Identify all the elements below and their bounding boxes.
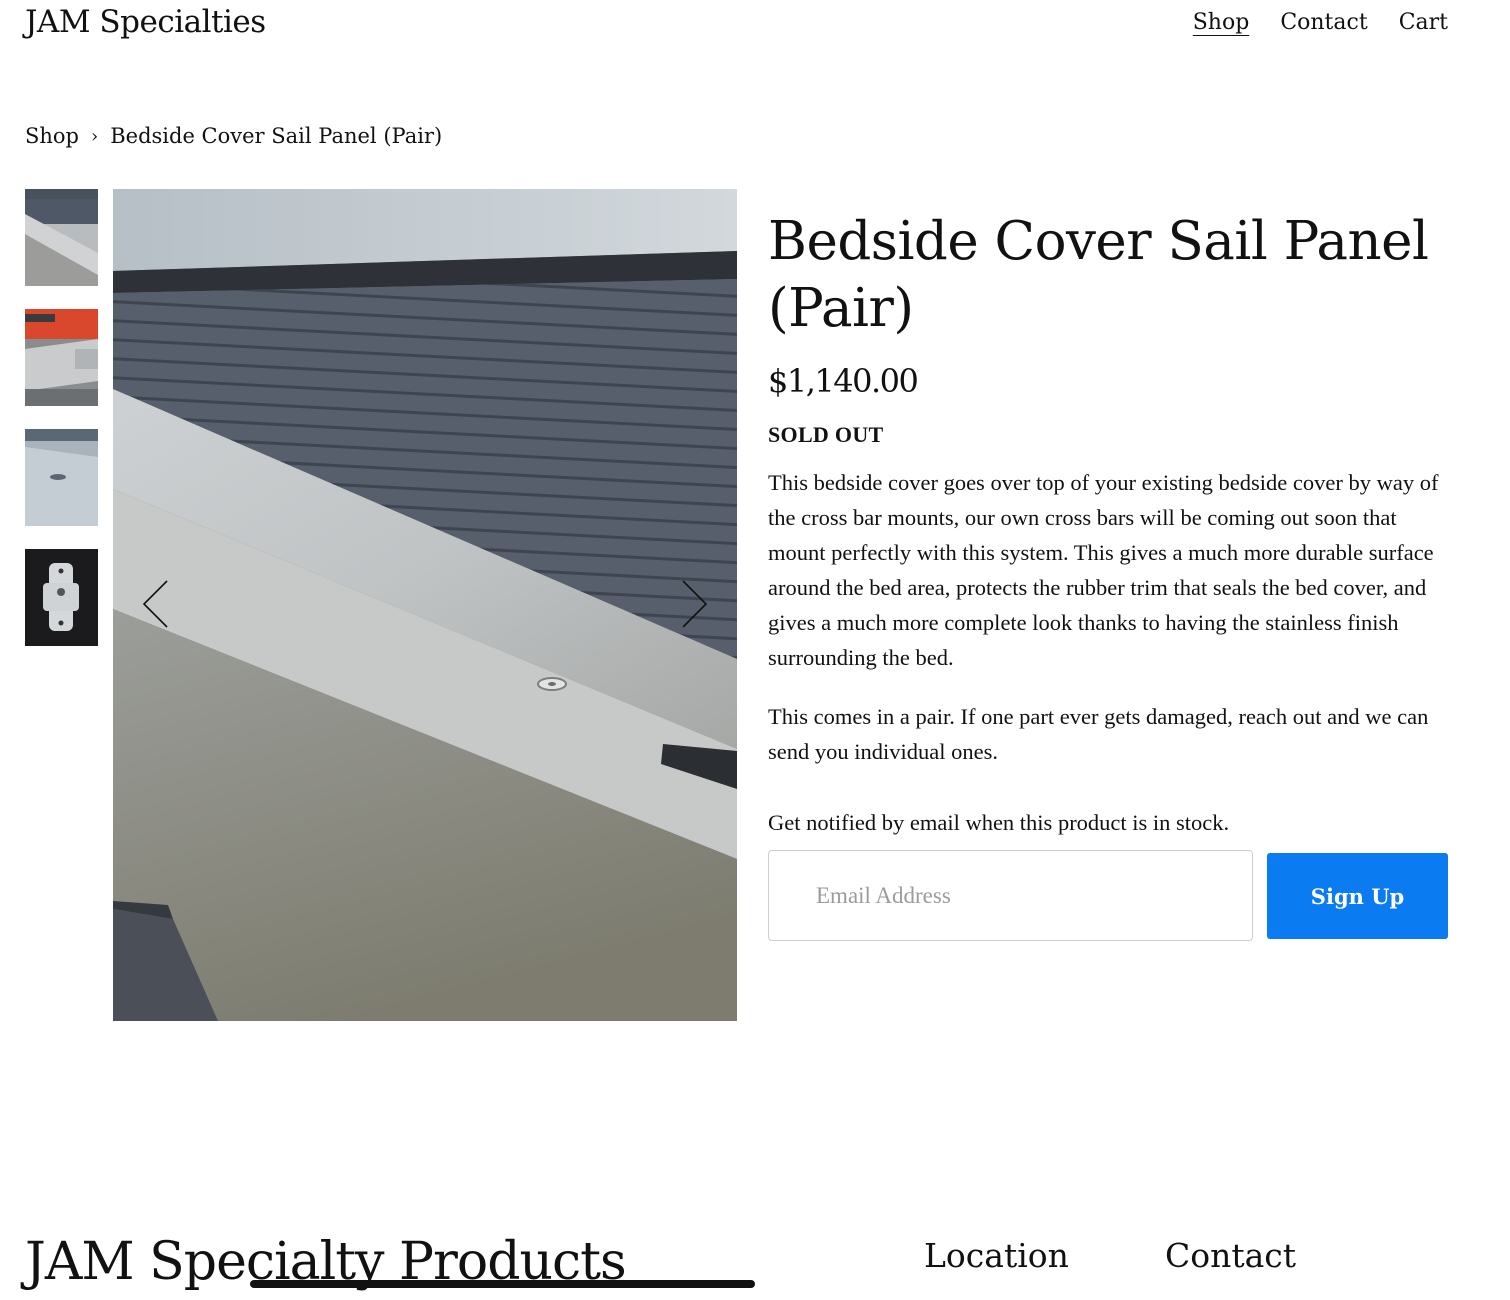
nav-cart[interactable]: Cart — [1399, 10, 1448, 35]
restock-notify-text: Get notified by email when this product … — [768, 810, 1230, 835]
thumbnail-2[interactable] — [25, 309, 98, 406]
chevron-right-icon — [682, 580, 708, 628]
site-logo[interactable]: JAM Specialties — [25, 4, 266, 40]
stock-status: SOLD OUT — [768, 422, 884, 447]
restock-form: Sign Up — [768, 850, 1458, 941]
email-input[interactable] — [768, 850, 1253, 941]
thumbnail-1[interactable] — [25, 189, 98, 286]
thumbnail-3[interactable] — [25, 429, 98, 526]
nav-contact[interactable]: Contact — [1280, 10, 1367, 35]
product-main-image — [113, 189, 737, 1021]
main-nav: Shop Contact Cart — [1193, 10, 1448, 35]
footer-divider-line — [250, 1280, 755, 1288]
product-title: Bedside Cover Sail Panel (Pair) — [768, 211, 1429, 339]
product-price: $1,140.00 — [768, 362, 919, 400]
chevron-left-icon — [142, 580, 168, 628]
breadcrumb-separator: › — [91, 125, 99, 147]
description-paragraph-1: This bedside cover goes over top of your… — [768, 470, 1439, 670]
breadcrumb-current: Bedside Cover Sail Panel (Pair) — [110, 124, 443, 148]
product-description: This bedside cover goes over top of your… — [768, 465, 1458, 769]
previous-image-button[interactable] — [138, 579, 178, 629]
thumbnail-list — [25, 189, 98, 669]
footer-location-heading: Location — [924, 1236, 1069, 1275]
product-photo — [113, 189, 737, 1021]
description-paragraph-2: This comes in a pair. If one part ever g… — [768, 704, 1429, 764]
sign-up-button[interactable]: Sign Up — [1267, 853, 1448, 939]
breadcrumb-shop[interactable]: Shop — [25, 124, 79, 148]
nav-shop[interactable]: Shop — [1193, 10, 1250, 35]
breadcrumb: Shop › Bedside Cover Sail Panel (Pair) — [25, 124, 442, 148]
next-image-button[interactable] — [672, 579, 712, 629]
footer-contact-heading: Contact — [1165, 1236, 1297, 1275]
thumbnail-4[interactable] — [25, 549, 98, 646]
product-details: Bedside Cover Sail Panel (Pair) $1,140.0… — [768, 208, 1458, 941]
